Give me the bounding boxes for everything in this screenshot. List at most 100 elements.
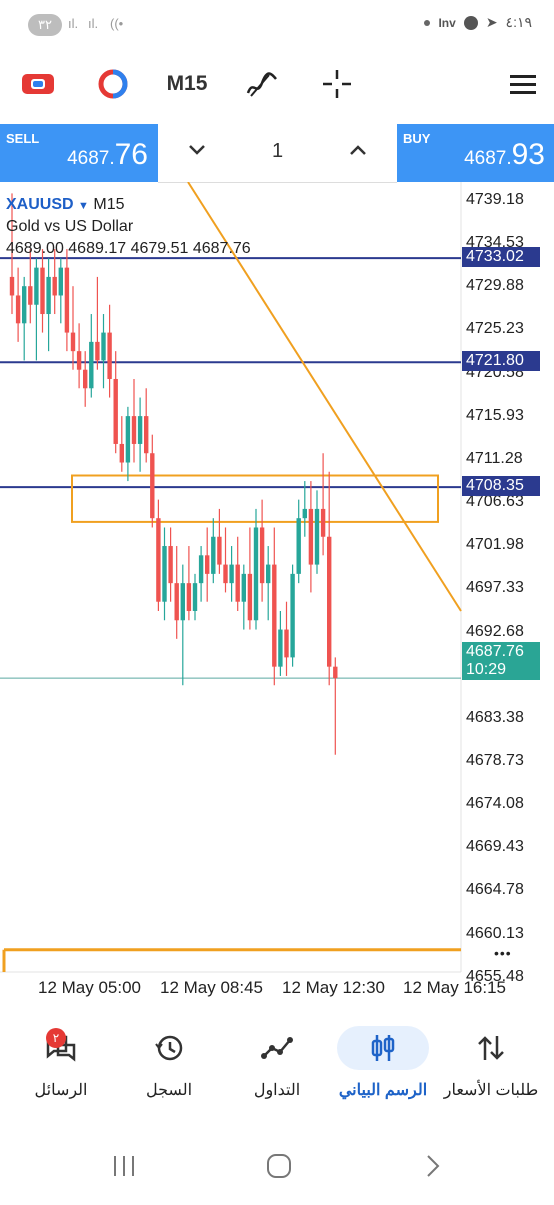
back-button[interactable] <box>427 1155 440 1177</box>
timeframe-button[interactable]: M15 <box>162 66 212 102</box>
candle-body-18 <box>119 443 124 463</box>
buy-price-main: 4687. <box>464 148 512 169</box>
nav-quotes-label: طلبات الأسعار <box>443 1082 539 1099</box>
candle-body-6 <box>46 276 51 315</box>
candle-body-19 <box>125 416 131 463</box>
candle-body-8 <box>58 267 63 296</box>
candle-body-22 <box>144 416 149 454</box>
candle-body-49 <box>308 508 314 565</box>
level-price-tag: 4721.80 <box>462 351 540 372</box>
nav-messages[interactable]: ٢ الرسائل <box>6 1026 116 1100</box>
lower-box <box>2 948 461 972</box>
candle-body-7 <box>52 276 57 296</box>
volume-increase-button[interactable] <box>349 140 367 163</box>
home-button[interactable] <box>267 1154 291 1178</box>
candle-body-21 <box>137 416 143 444</box>
price-tick-label: 4692.68 <box>466 622 524 640</box>
crosshair-icon <box>323 70 351 98</box>
nav-history-label: السجل <box>145 1082 193 1099</box>
candle-body-37 <box>235 564 240 602</box>
symbols-button[interactable] <box>20 66 56 102</box>
candle-body-14 <box>95 341 100 361</box>
nav-messages-label: الرسائل <box>34 1082 88 1099</box>
status-bar: ٣٢ ıl. ıl. ((• Inv ➤ ٤:١٩ <box>0 0 554 50</box>
signal-icon: ıl. <box>68 16 79 31</box>
objects-button[interactable] <box>244 66 280 102</box>
indicators-button[interactable] <box>96 66 130 102</box>
time-tick-label: 12 May 12:30 <box>282 978 386 997</box>
price-tick-label: 4711.28 <box>466 449 523 467</box>
candle-body-9 <box>64 267 70 333</box>
notification-count-pill: ٣٢ <box>28 14 62 36</box>
recent-apps-button[interactable] <box>114 1156 134 1176</box>
candle-body-52 <box>327 536 332 667</box>
crosshair-button[interactable] <box>320 66 354 102</box>
candle-body-34 <box>217 536 222 565</box>
wifi-icon: ((• <box>110 16 124 31</box>
history-icon <box>114 1026 224 1070</box>
ohlc-readout: 4689.00 4689.17 4679.51 4687.76 <box>6 240 251 257</box>
candle-body-38 <box>241 573 246 602</box>
system-navigation <box>0 1140 554 1200</box>
symbol-dropdown-icon[interactable]: ▼ <box>78 200 89 212</box>
nav-quotes[interactable]: طلبات الأسعار <box>436 1026 546 1100</box>
candle-body-0 <box>9 276 15 296</box>
time-tick-label: 12 May 08:45 <box>160 978 264 997</box>
current-price-tag: 4687.76 10:29 <box>462 642 540 680</box>
chart-toolbar: M15 <box>0 56 554 112</box>
candle-body-28 <box>180 583 185 621</box>
chevron-up-icon <box>350 145 366 155</box>
time-tick-label: 12 May 05:00 <box>38 978 142 997</box>
candle-body-35 <box>223 564 228 584</box>
candle-body-42 <box>266 564 271 584</box>
symbol-name: XAUUSD <box>6 196 74 213</box>
price-chart[interactable]: XAUUSD ▼ M15 Gold vs US Dollar 4689.00 4… <box>0 182 554 1002</box>
candle-body-30 <box>192 583 198 611</box>
buy-label: BUY <box>403 131 431 146</box>
candle-body-45 <box>284 629 289 658</box>
price-tick-label: 4701.98 <box>466 536 524 554</box>
one-click-trade-bar: SELL 4687.76 1 BUY 4687.93 <box>0 124 554 183</box>
candle-body-4 <box>34 267 39 305</box>
price-tick-label: 4674.08 <box>466 795 524 813</box>
quotes-icon <box>436 1026 546 1070</box>
candle-body-51 <box>320 508 326 537</box>
nav-trade-label: التداول <box>253 1082 301 1099</box>
symbols-icon <box>22 74 54 94</box>
candle-body-48 <box>302 508 307 519</box>
chart-timeframe: M15 <box>93 196 125 213</box>
time: ٤:١٩ <box>505 14 532 30</box>
candle-body-12 <box>83 369 88 389</box>
current-price: 4687.76 <box>466 643 524 660</box>
nav-trade[interactable]: التداول <box>222 1026 332 1100</box>
buy-button[interactable]: BUY 4687.93 <box>397 124 554 182</box>
nav-chart[interactable]: الرسم البياني <box>328 1026 438 1100</box>
candle-body-1 <box>15 295 21 324</box>
candle-body-44 <box>278 629 283 667</box>
volume-control: 1 <box>158 124 397 183</box>
candle-body-29 <box>186 583 192 611</box>
sell-button[interactable]: SELL 4687.76 <box>0 124 158 182</box>
candle-body-17 <box>113 378 118 444</box>
status-right: Inv ➤ ٤:١٩ <box>424 14 532 31</box>
indicators-icon <box>98 69 128 99</box>
candle-body-23 <box>150 453 155 519</box>
candle-body-25 <box>162 546 167 602</box>
more-options-button[interactable]: ••• <box>494 945 512 961</box>
price-tick-label: 4697.33 <box>466 579 524 597</box>
sell-price: 4687.76 <box>67 138 148 172</box>
candle-body-32 <box>205 555 210 574</box>
zone-rectangle <box>71 474 439 523</box>
candle-body-47 <box>296 518 301 574</box>
nav-history[interactable]: السجل <box>114 1026 224 1100</box>
menu-button[interactable] <box>508 66 538 102</box>
candle-body-33 <box>211 536 216 574</box>
candle-body-40 <box>253 527 259 621</box>
candle-body-5 <box>40 267 45 315</box>
buy-price-big: 93 <box>511 138 545 171</box>
price-tick-label: 4664.78 <box>466 881 524 899</box>
candle-body-31 <box>198 555 204 584</box>
candle-body-20 <box>131 416 137 444</box>
candle-body-36 <box>229 564 234 584</box>
level-price-tag: 4733.02 <box>462 247 540 268</box>
